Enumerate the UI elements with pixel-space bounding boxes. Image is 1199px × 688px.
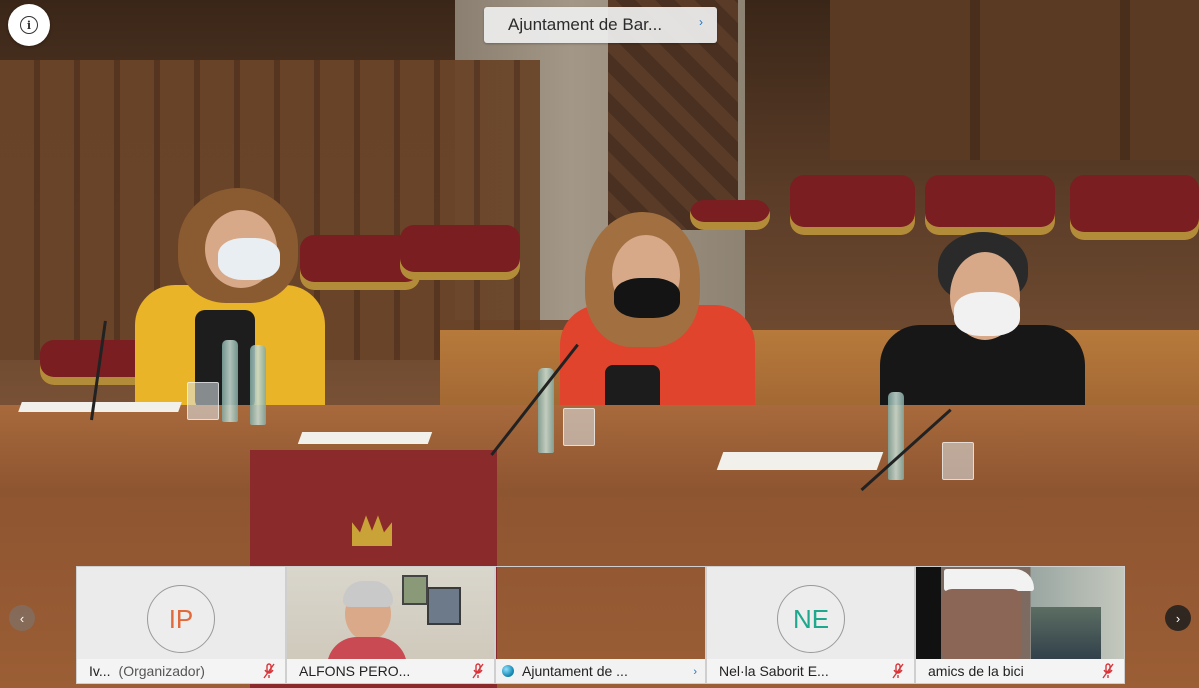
- street-view: [1031, 607, 1101, 661]
- meeting-title: Ajuntament de Bar...: [508, 15, 663, 34]
- participant-tile[interactable]: amics de la bici: [915, 566, 1125, 684]
- avatar: NE: [777, 585, 845, 653]
- participant-tile[interactable]: Ajuntament de ... ›: [495, 566, 706, 684]
- participant-namebar: Iv... (Organizador): [77, 659, 285, 683]
- paper: [716, 452, 884, 470]
- chevron-right-icon: ›: [1175, 610, 1181, 626]
- wall-picture: [427, 587, 461, 625]
- cushion: [925, 175, 1055, 235]
- glass: [563, 408, 595, 446]
- hair: [343, 581, 393, 607]
- face-mask: [218, 238, 280, 280]
- avatar-initials: IP: [168, 603, 194, 634]
- participant-tile[interactable]: IP Iv... (Organizador): [76, 566, 286, 684]
- wall-picture: [402, 575, 428, 605]
- microphone-muted-icon: [472, 663, 484, 679]
- paper: [297, 432, 433, 444]
- participant-name: ALFONS PERO...: [299, 663, 411, 679]
- participant-tile[interactable]: NE Nel·la Saborit E...: [706, 566, 915, 684]
- avatar-initials: NE: [792, 603, 830, 634]
- meeting-title-button[interactable]: Ajuntament de Bar... ›: [484, 7, 717, 43]
- participant-namebar: Nel·la Saborit E...: [707, 659, 914, 683]
- participant-namebar: amics de la bici: [916, 659, 1124, 683]
- microphone-muted-icon: [1102, 663, 1114, 679]
- cushion: [1070, 175, 1199, 240]
- face: [942, 589, 1022, 661]
- participant-tile[interactable]: ALFONS PERO...: [286, 566, 495, 684]
- participant-namebar: ALFONS PERO...: [287, 659, 494, 683]
- microphone-muted-icon: [263, 663, 275, 679]
- participant-video: [916, 567, 1124, 661]
- chevron-left-icon: ‹: [19, 610, 25, 626]
- participant-name: Iv...: [89, 663, 111, 679]
- video-person: [327, 579, 407, 667]
- participant-namebar: Ajuntament de ...: [496, 659, 705, 683]
- participant-video: [287, 567, 494, 667]
- chevron-right-icon: ›: [693, 666, 697, 678]
- globe-icon: [502, 665, 514, 677]
- participant-name: Ajuntament de ...: [522, 663, 628, 679]
- previous-participants-button[interactable]: ‹: [9, 605, 35, 631]
- glass: [187, 382, 219, 420]
- cushion: [400, 225, 520, 280]
- wood-paneling: [830, 0, 1199, 160]
- water-bottle: [250, 345, 266, 425]
- water-bottle: [222, 340, 238, 422]
- next-participants-button[interactable]: ›: [1165, 605, 1191, 631]
- face-mask: [614, 278, 680, 318]
- chevron-right-icon: ›: [699, 15, 703, 29]
- face-mask: [954, 292, 1020, 336]
- cushion: [690, 200, 770, 230]
- info-button[interactable]: i: [8, 4, 50, 46]
- participant-role: (Organizador): [118, 663, 205, 679]
- participant-name: amics de la bici: [928, 663, 1024, 679]
- cushion: [790, 175, 915, 235]
- microphone-muted-icon: [892, 663, 904, 679]
- water-bottle: [888, 392, 904, 480]
- glass: [942, 442, 974, 480]
- info-icon: i: [20, 16, 38, 34]
- avatar: IP: [147, 585, 215, 653]
- helmet: [944, 569, 1034, 591]
- paper: [18, 402, 182, 412]
- participant-name: Nel·la Saborit E...: [719, 663, 829, 679]
